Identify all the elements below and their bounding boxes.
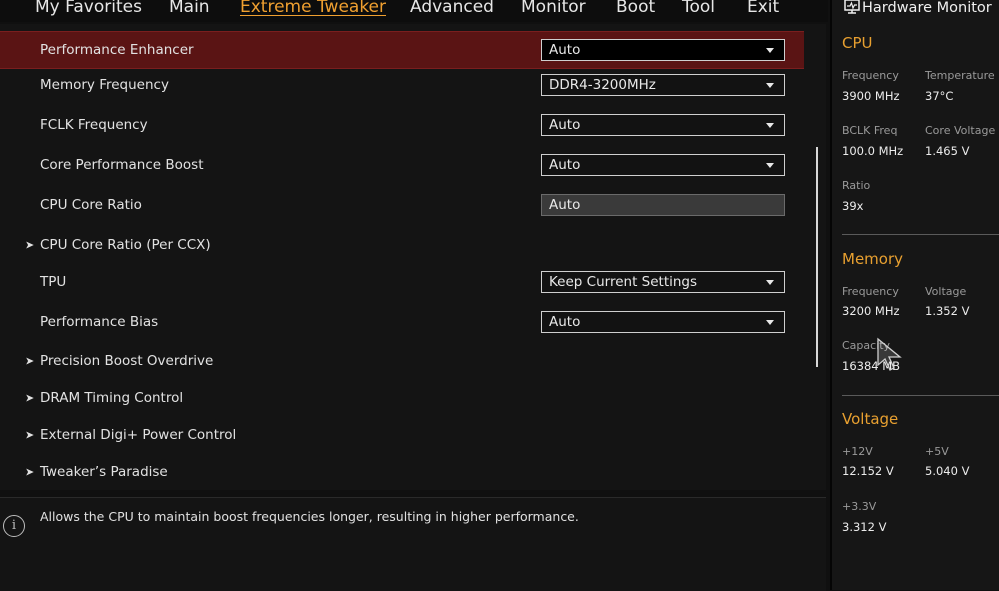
input-value: Auto	[549, 197, 581, 213]
memory-frequency-dropdown[interactable]: DDR4-3200MHz	[541, 74, 785, 96]
core-voltage-label: Core Voltage	[925, 124, 996, 137]
submenu-label: Tweaker’s Paradise	[40, 464, 168, 480]
hardware-monitor-title: Hardware Monitor	[844, 0, 992, 16]
setting-row-dram-timing-control[interactable]: ➤ DRAM Timing Control	[0, 379, 804, 417]
tab-my-favorites[interactable]: My Favorites	[35, 0, 142, 17]
submenu-arrow-icon: ➤	[25, 465, 35, 479]
dropdown-value: Auto	[549, 314, 581, 330]
tab-extreme-tweaker[interactable]: Extreme Tweaker	[240, 0, 386, 17]
caret-down-icon	[766, 163, 774, 168]
setting-row-external-digi-power-control[interactable]: ➤ External Digi+ Power Control	[0, 416, 804, 454]
dropdown-value: Keep Current Settings	[549, 274, 698, 290]
v33-label: +3.3V	[842, 500, 877, 513]
performance-bias-dropdown[interactable]: Auto	[541, 311, 785, 333]
bclk-freq-value: 100.0 MHz	[842, 144, 904, 158]
cpu-core-ratio-input[interactable]: Auto	[541, 194, 785, 216]
caret-down-icon	[766, 83, 774, 88]
tpu-dropdown[interactable]: Keep Current Settings	[541, 271, 785, 293]
submenu-label: DRAM Timing Control	[40, 390, 184, 406]
section-divider	[842, 395, 999, 396]
info-icon: i	[3, 515, 25, 537]
memory-voltage-value: 1.352 V	[925, 304, 970, 318]
top-nav: My Favorites Main Extreme Tweaker Advanc…	[0, 0, 828, 22]
setting-row-fclk-frequency[interactable]: FCLK Frequency Auto	[0, 106, 804, 144]
tab-monitor[interactable]: Monitor	[521, 0, 586, 17]
dropdown-value: Auto	[549, 42, 581, 58]
hardware-monitor-panel: Hardware Monitor CPU Frequency Temperatu…	[830, 0, 999, 590]
section-divider	[842, 234, 999, 235]
submenu-arrow-icon: ➤	[25, 391, 35, 405]
dropdown-value: DDR4-3200MHz	[549, 77, 656, 93]
setting-label: TPU	[40, 274, 67, 290]
voltage-section-title: Voltage	[842, 410, 899, 428]
setting-label: CPU Core Ratio	[40, 197, 142, 213]
setting-label: Performance Bias	[40, 314, 159, 330]
tab-exit[interactable]: Exit	[747, 0, 779, 17]
core-voltage-value: 1.465 V	[925, 144, 970, 158]
cpu-frequency-value: 3900 MHz	[842, 89, 900, 103]
ratio-label: Ratio	[842, 179, 871, 192]
caret-down-icon	[766, 280, 774, 285]
caret-down-icon	[766, 48, 774, 53]
setting-row-memory-frequency[interactable]: Memory Frequency DDR4-3200MHz	[0, 66, 804, 104]
setting-label: Performance Enhancer	[40, 42, 194, 58]
hardware-monitor-title-text: Hardware Monitor	[862, 0, 992, 16]
tab-tool[interactable]: Tool	[682, 0, 715, 17]
cpu-temperature-label: Temperature	[925, 69, 995, 82]
setting-row-precision-boost-overdrive[interactable]: ➤ Precision Boost Overdrive	[0, 342, 804, 380]
submenu-label: Precision Boost Overdrive	[40, 353, 214, 369]
memory-section-title: Memory	[842, 250, 904, 268]
setting-label: FCLK Frequency	[40, 117, 148, 133]
v12-label: +12V	[842, 445, 873, 458]
cpu-section-title: CPU	[842, 34, 873, 52]
v5-value: 5.040 V	[925, 464, 970, 478]
caret-down-icon	[766, 320, 774, 325]
setting-row-cpu-core-ratio[interactable]: CPU Core Ratio Auto	[0, 186, 804, 224]
cpu-temperature-value: 37°C	[925, 89, 954, 103]
core-performance-boost-dropdown[interactable]: Auto	[541, 154, 785, 176]
memory-frequency-label: Frequency	[842, 285, 899, 298]
setting-label: Memory Frequency	[40, 77, 169, 93]
setting-row-performance-enhancer[interactable]: Performance Enhancer Auto	[0, 31, 804, 69]
submenu-arrow-icon: ➤	[25, 354, 35, 368]
memory-voltage-label: Voltage	[925, 285, 967, 298]
setting-row-core-performance-boost[interactable]: Core Performance Boost Auto	[0, 146, 804, 184]
help-bar: i Allows the CPU to maintain boost frequ…	[0, 497, 826, 591]
setting-row-performance-bias[interactable]: Performance Bias Auto	[0, 303, 804, 341]
performance-enhancer-dropdown[interactable]: Auto	[541, 39, 785, 61]
caret-down-icon	[766, 123, 774, 128]
setting-row-tpu[interactable]: TPU Keep Current Settings	[0, 263, 804, 301]
setting-row-cpu-core-ratio-per-ccx[interactable]: ➤ CPU Core Ratio (Per CCX)	[0, 226, 804, 264]
setting-label: Core Performance Boost	[40, 157, 204, 173]
monitor-icon	[844, 0, 860, 14]
setting-row-tweakers-paradise[interactable]: ➤ Tweaker’s Paradise	[0, 453, 804, 491]
submenu-arrow-icon: ➤	[25, 238, 35, 252]
scrollbar[interactable]	[816, 147, 818, 367]
tab-main[interactable]: Main	[169, 0, 210, 17]
mouse-pointer-icon	[877, 337, 902, 371]
fclk-frequency-dropdown[interactable]: Auto	[541, 114, 785, 136]
submenu-arrow-icon: ➤	[25, 428, 35, 442]
v12-value: 12.152 V	[842, 464, 894, 478]
bclk-freq-label: BCLK Freq	[842, 124, 898, 137]
tab-boot[interactable]: Boot	[616, 0, 655, 17]
dropdown-value: Auto	[549, 117, 581, 133]
memory-frequency-value: 3200 MHz	[842, 304, 900, 318]
dropdown-value: Auto	[549, 157, 581, 173]
tab-advanced[interactable]: Advanced	[410, 0, 494, 17]
submenu-label: CPU Core Ratio (Per CCX)	[40, 237, 211, 253]
submenu-label: External Digi+ Power Control	[40, 427, 237, 443]
settings-panel: Performance Enhancer Auto Memory Frequen…	[0, 24, 826, 490]
v5-label: +5V	[925, 445, 949, 458]
cpu-frequency-label: Frequency	[842, 69, 899, 82]
ratio-value: 39x	[842, 199, 864, 213]
help-text: Allows the CPU to maintain boost frequen…	[40, 509, 579, 524]
v33-value: 3.312 V	[842, 520, 887, 534]
